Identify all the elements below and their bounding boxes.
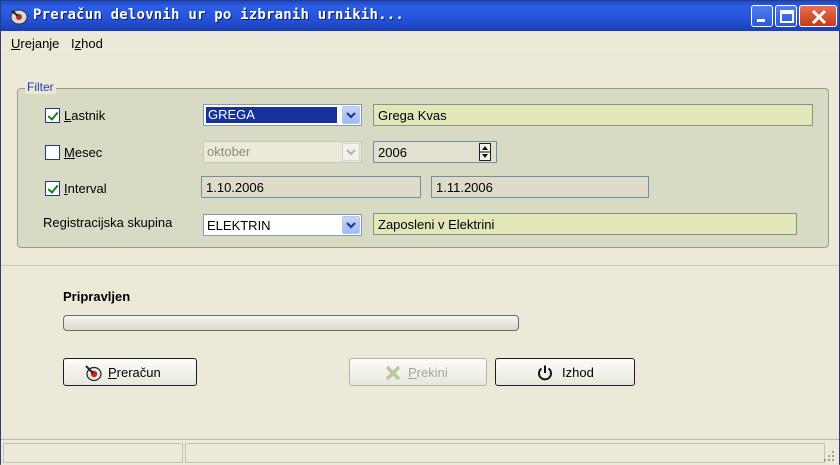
- skupina-label: Registracijska skupina: [43, 215, 173, 230]
- mesec-label: Mesec: [64, 145, 103, 160]
- cancel-icon: [385, 365, 401, 381]
- maximize-button[interactable]: [775, 5, 797, 27]
- year-spinner[interactable]: [479, 143, 491, 161]
- status-pane-1: [3, 443, 183, 463]
- filter-legend: Filter: [25, 80, 56, 94]
- izhod-button[interactable]: Izhod: [495, 358, 635, 386]
- chevron-down-icon[interactable]: [342, 143, 360, 161]
- mesec-combo[interactable]: oktober: [203, 141, 362, 163]
- close-button[interactable]: [799, 5, 837, 27]
- main-window: Preračun delovnih ur po izbranih urnikih…: [0, 0, 840, 465]
- status-bar: [1, 439, 839, 465]
- minimize-icon: [757, 19, 765, 22]
- menu-izhod[interactable]: Izhod: [71, 36, 103, 51]
- lastnik-name-field: Grega Kvas: [373, 104, 813, 126]
- close-icon: [811, 9, 827, 25]
- mesec-combo-value: oktober: [207, 144, 251, 159]
- lastnik-checkbox[interactable]: [45, 108, 60, 123]
- resize-grip-icon[interactable]: [823, 450, 835, 462]
- preracun-button[interactable]: Preračun: [63, 358, 197, 386]
- spinner-arrows-icon: [480, 146, 490, 158]
- interval-label: Interval: [64, 181, 107, 196]
- lastnik-combo-value: GREGA: [206, 107, 337, 123]
- app-icon: [9, 7, 29, 25]
- skupina-combo[interactable]: ELEKTRIN: [203, 214, 362, 236]
- calculate-icon: [85, 365, 102, 382]
- interval-checkbox[interactable]: [45, 181, 60, 196]
- minimize-button[interactable]: [751, 5, 773, 27]
- skupina-description-field: Zaposleni v Elektrini: [373, 213, 797, 235]
- lastnik-label: Lastnik: [64, 108, 106, 123]
- maximize-icon: [780, 10, 794, 23]
- interval-to-field[interactable]: 1.11.2006: [431, 176, 649, 198]
- mesec-checkbox[interactable]: [45, 145, 60, 160]
- title-bar[interactable]: Preračun delovnih ur po izbranih urnikih…: [1, 1, 839, 31]
- interval-from-field[interactable]: 1.10.2006: [201, 176, 421, 198]
- skupina-combo-value: ELEKTRIN: [207, 218, 271, 233]
- status-pane-2: [185, 443, 825, 463]
- progress-bar: [63, 315, 519, 331]
- status-text: Pripravljen: [63, 289, 131, 304]
- chevron-down-icon[interactable]: [342, 106, 360, 124]
- power-icon: [538, 365, 552, 381]
- prekini-button[interactable]: Prekini: [349, 358, 487, 386]
- window-title: Preračun delovnih ur po izbranih urnikih…: [33, 7, 405, 23]
- chevron-down-icon[interactable]: [342, 216, 360, 234]
- menu-bar: Urejanje Izhod: [1, 32, 839, 54]
- menu-urejanje[interactable]: Urejanje: [11, 36, 59, 51]
- lastnik-combo[interactable]: GREGA: [203, 104, 362, 126]
